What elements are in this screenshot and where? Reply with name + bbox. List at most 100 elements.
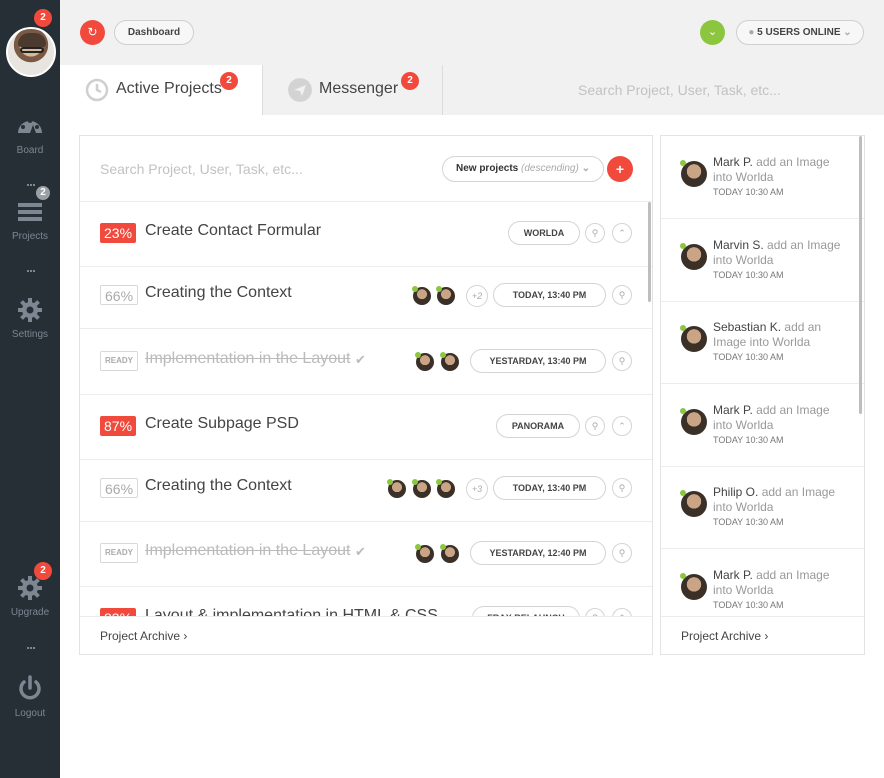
- avatar[interactable]: [435, 478, 457, 500]
- tab-messenger[interactable]: Messenger 2: [263, 65, 443, 115]
- sidebar-item-board[interactable]: Board: [0, 113, 60, 156]
- project-title: Creating the Context: [145, 284, 292, 301]
- search-icon[interactable]: ⚲: [585, 608, 605, 616]
- feed-user: Mark P.: [713, 568, 753, 582]
- table-row[interactable]: READY Implementation in the Layout ✔ YES…: [80, 522, 652, 587]
- feed-time: TODAY 10:30 AM: [713, 517, 784, 527]
- avatar: [680, 160, 707, 187]
- send-icon: [288, 78, 312, 102]
- user-avatar[interactable]: [6, 27, 56, 77]
- table-row[interactable]: 66% Creating the Context +2 TODAY, 13:40…: [80, 264, 652, 329]
- projects-panel: Search Project, User, Task, etc... New p…: [79, 135, 653, 655]
- project-tag[interactable]: TODAY, 13:40 PM: [493, 476, 606, 500]
- project-archive-link[interactable]: Project Archive ›: [80, 616, 652, 654]
- table-row[interactable]: 83% Layout & implementation in HTML & CS…: [80, 587, 652, 616]
- sidebar-item-projects[interactable]: Projects: [0, 199, 60, 242]
- table-row[interactable]: 66% Creating the Context +3 TODAY, 13:40…: [80, 457, 652, 522]
- tab-bar: Active Projects 2 Messenger 2 Search Pro…: [60, 65, 884, 115]
- menu-icon: [18, 203, 42, 221]
- project-title: Create Subpage PSD: [145, 415, 299, 432]
- feed-user: Mark P.: [713, 403, 753, 417]
- list-item[interactable]: Philip O. add an Image into Worlda TODAY…: [661, 466, 864, 549]
- tab-active-projects[interactable]: Active Projects 2: [60, 65, 263, 115]
- chevron-up-icon[interactable]: ⌃: [612, 608, 632, 616]
- dashboard-icon: [18, 119, 42, 133]
- list-item[interactable]: Sebastian K. add an Image into Worlda TO…: [661, 301, 864, 384]
- avatar[interactable]: [439, 351, 461, 373]
- feed-text: Mark P. add an Image into Worlda: [713, 155, 843, 185]
- project-tag[interactable]: YESTARDAY, 13:40 PM: [470, 349, 606, 373]
- avatar[interactable]: [414, 543, 436, 565]
- project-tag[interactable]: WORLDA: [508, 221, 580, 245]
- project-tag[interactable]: PANORAMA: [496, 414, 580, 438]
- avatar: [680, 325, 707, 352]
- feed-archive-link[interactable]: Project Archive ›: [661, 616, 864, 654]
- chevron-up-icon[interactable]: ⌃: [612, 416, 632, 436]
- gear-icon: [18, 298, 42, 322]
- power-icon: [19, 675, 41, 700]
- chevron-down-icon: ⌄: [707, 26, 718, 38]
- feed-time: TODAY 10:30 AM: [713, 187, 784, 197]
- avatar: [680, 243, 707, 270]
- scrollbar[interactable]: [859, 136, 862, 414]
- avatar[interactable]: [411, 478, 433, 500]
- tab-label: Messenger: [319, 80, 399, 97]
- global-search-input[interactable]: Search Project, User, Task, etc...: [443, 65, 884, 115]
- dashboard-button[interactable]: Dashboard: [114, 20, 194, 45]
- chevron-up-icon[interactable]: ⌃: [612, 223, 632, 243]
- list-item[interactable]: Marvin S. add an Image into Worlda TODAY…: [661, 219, 864, 302]
- activity-feed: Mark P. add an Image into Worlda TODAY 1…: [661, 136, 864, 616]
- avatar[interactable]: [439, 543, 461, 565]
- progress-badge: 23%: [100, 223, 137, 243]
- projects-search-input[interactable]: Search Project, User, Task, etc...: [100, 161, 303, 177]
- scrollbar[interactable]: [648, 202, 651, 302]
- search-icon[interactable]: ⚲: [585, 223, 605, 243]
- sidebar-item-logout[interactable]: Logout: [0, 674, 60, 719]
- project-tag[interactable]: YESTARDAY, 12:40 PM: [470, 541, 606, 565]
- sidebar-item-label: Upgrade: [10, 607, 50, 618]
- list-item[interactable]: Mark P. add an Image into Worlda TODAY 1…: [661, 384, 864, 467]
- project-title: Implementation in the Layout: [145, 542, 351, 559]
- table-row[interactable]: READY Implementation in the Layout ✔ YES…: [80, 330, 652, 395]
- sidebar-item-upgrade[interactable]: Upgrade: [0, 575, 60, 618]
- avatar[interactable]: [386, 478, 408, 500]
- status-dropdown-button[interactable]: ⌄: [700, 20, 725, 45]
- refresh-button[interactable]: ↻: [80, 20, 105, 45]
- list-item[interactable]: Mark P. add an Image into Worlda TODAY 1…: [661, 136, 864, 219]
- table-row[interactable]: 23% Create Contact Formular WORLDA ⚲ ⌃: [80, 202, 652, 267]
- list-item[interactable]: Mark P. add an Image into Worlda TODAY 1…: [661, 549, 864, 616]
- sort-dropdown[interactable]: New projects (descending) ⌄: [442, 156, 604, 182]
- more-users-badge[interactable]: +2: [466, 285, 488, 307]
- tab-badge: 2: [401, 72, 419, 90]
- project-list: 23% Create Contact Formular WORLDA ⚲ ⌃ 6…: [80, 202, 652, 616]
- search-icon[interactable]: ⚲: [612, 478, 632, 498]
- feed-time: TODAY 10:30 AM: [713, 600, 784, 610]
- status-badge: READY: [100, 543, 139, 563]
- feed-user: Mark P.: [713, 155, 753, 169]
- feed-user: Philip O.: [713, 485, 759, 499]
- users-online-button[interactable]: ● 5 USERS ONLINE ⌄: [736, 20, 864, 45]
- search-icon[interactable]: ⚲: [612, 351, 632, 371]
- sidebar-item-label: Projects: [11, 231, 49, 242]
- search-icon[interactable]: ⚲: [585, 416, 605, 436]
- add-project-button[interactable]: +: [607, 156, 633, 182]
- more-users-badge[interactable]: +3: [466, 478, 488, 500]
- tab-label: Active Projects: [116, 80, 222, 97]
- project-tag[interactable]: FRAX RELAUNCH: [472, 606, 580, 616]
- feed-text: Mark P. add an Image into Worlda: [713, 568, 843, 598]
- upgrade-badge: 2: [34, 562, 52, 580]
- avatar[interactable]: [414, 351, 436, 373]
- projects-badge: 2: [34, 184, 52, 202]
- table-row[interactable]: 87% Create Subpage PSD PANORAMA ⚲ ⌃: [80, 395, 652, 460]
- refresh-icon: ↻: [87, 25, 98, 39]
- feed-user: Sebastian K.: [713, 320, 782, 334]
- search-icon[interactable]: ⚲: [612, 543, 632, 563]
- progress-badge: 66%: [100, 478, 139, 498]
- project-tag[interactable]: TODAY, 13:40 PM: [493, 283, 606, 307]
- avatar[interactable]: [411, 285, 433, 307]
- search-icon[interactable]: ⚲: [612, 285, 632, 305]
- sidebar-item-settings[interactable]: Settings: [0, 297, 60, 340]
- status-badge: READY: [100, 351, 139, 371]
- feed-text: Marvin S. add an Image into Worlda: [713, 238, 843, 268]
- avatar[interactable]: [435, 285, 457, 307]
